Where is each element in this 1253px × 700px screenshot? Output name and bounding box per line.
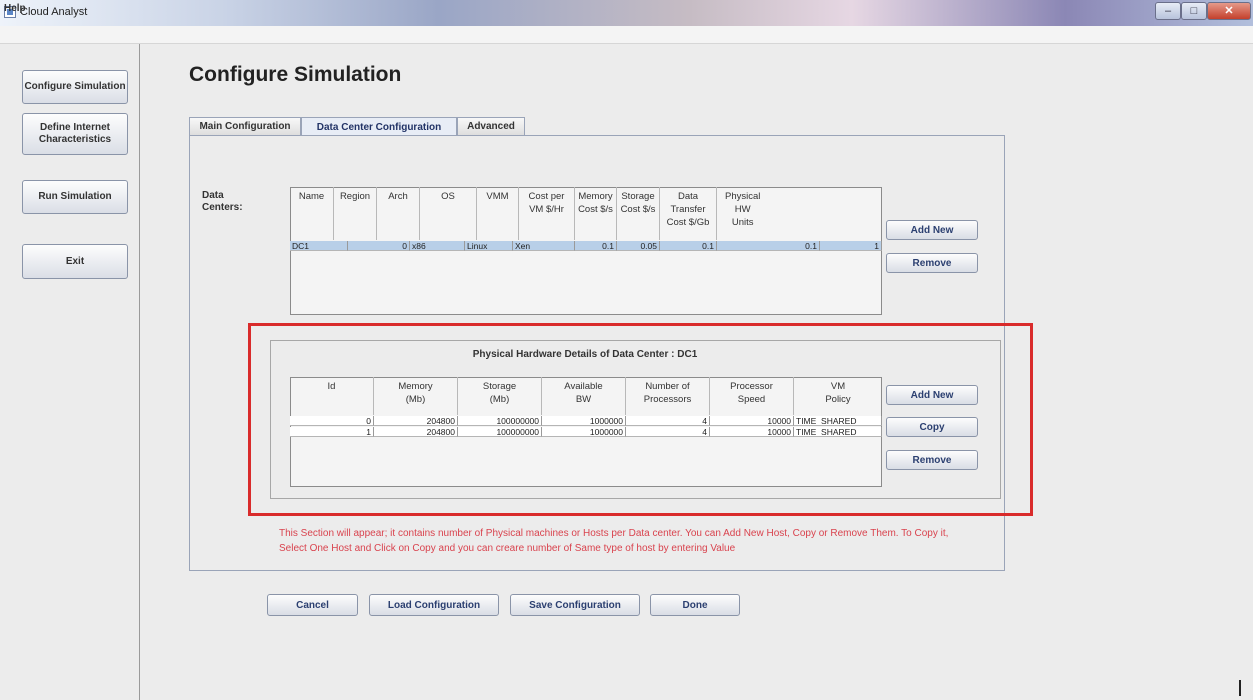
- column-header[interactable]: Memory Cost $/s: [575, 187, 617, 240]
- remove-datacenter-button[interactable]: Remove: [886, 253, 978, 273]
- column-header[interactable]: Name: [290, 187, 334, 240]
- save-configuration-button[interactable]: Save Configuration: [510, 594, 640, 616]
- column-header[interactable]: Arch: [377, 187, 420, 240]
- title-bar: [0, 0, 1253, 26]
- table-cell[interactable]: Linux: [465, 241, 513, 251]
- highlight-box: [248, 323, 1033, 516]
- data-centers-label: Data Centers:: [202, 190, 243, 213]
- window-title: Cloud Analyst: [20, 6, 88, 18]
- table-cell[interactable]: x86: [410, 241, 465, 251]
- table-cell[interactable]: DC1: [290, 241, 348, 251]
- tab-main-configuration[interactable]: Main Configuration: [189, 117, 301, 135]
- minimize-button[interactable]: –: [1155, 2, 1181, 20]
- close-button[interactable]: ✕: [1207, 2, 1251, 20]
- nav-define-internet-characteristics[interactable]: Define Internet Characteristics: [22, 113, 128, 155]
- tab-data-center-configuration[interactable]: Data Center Configuration: [301, 117, 457, 136]
- column-header[interactable]: Region: [334, 187, 377, 240]
- table-cell[interactable]: 0.1: [575, 241, 617, 251]
- menu-bar: [0, 26, 1253, 44]
- column-header[interactable]: OS: [420, 187, 477, 240]
- table-cell[interactable]: Xen: [513, 241, 575, 251]
- column-header[interactable]: Cost per VM $/Hr: [519, 187, 575, 240]
- table-cell[interactable]: 0.1: [660, 241, 717, 251]
- table-cell[interactable]: 0.05: [617, 241, 660, 251]
- table-cell[interactable]: 0: [348, 241, 410, 251]
- column-header[interactable]: Data Transfer Cost $/Gb: [660, 187, 717, 240]
- column-header[interactable]: VMM: [477, 187, 519, 240]
- load-configuration-button[interactable]: Load Configuration: [369, 594, 499, 616]
- nav-run-simulation[interactable]: Run Simulation: [22, 180, 128, 214]
- table-row[interactable]: DC1 0 x86 Linux Xen 0.1 0.05 0.1 0.1 1: [290, 241, 882, 251]
- maximize-button[interactable]: □: [1181, 2, 1207, 20]
- done-button[interactable]: Done: [650, 594, 740, 616]
- nav-configure-simulation[interactable]: Configure Simulation: [22, 70, 128, 104]
- text-cursor: [1239, 680, 1241, 696]
- annotation-text: This Section will appear; it contains nu…: [279, 528, 949, 554]
- menu-help[interactable]: Help: [4, 3, 26, 14]
- column-header[interactable]: Storage Cost $/s: [617, 187, 660, 240]
- table-cell[interactable]: 0.1: [717, 241, 820, 251]
- page-title: Configure Simulation: [189, 63, 402, 86]
- cancel-button[interactable]: Cancel: [267, 594, 358, 616]
- nav-exit[interactable]: Exit: [22, 244, 128, 279]
- table-cell[interactable]: 1: [820, 241, 882, 251]
- tab-advanced[interactable]: Advanced: [457, 117, 525, 135]
- add-new-datacenter-button[interactable]: Add New: [886, 220, 978, 240]
- column-header[interactable]: Physical HW Units: [717, 187, 882, 240]
- datacenters-table-header: Name Region Arch OS VMM Cost per VM $/Hr…: [290, 187, 882, 240]
